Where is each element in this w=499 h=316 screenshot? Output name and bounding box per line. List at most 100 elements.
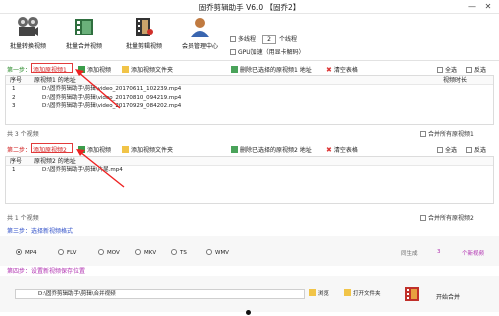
step1-label: 第一步： (7, 67, 32, 74)
add-video2-link[interactable]: 添加原视频2 (33, 145, 67, 154)
title-bar: 固乔剪辑助手 V6.0 【固乔2】 — ✕ (0, 0, 499, 14)
gpu-checkbox[interactable] (230, 49, 236, 55)
format-label: FLV (67, 250, 77, 256)
format-radio-mp4[interactable]: MP4 (16, 249, 37, 256)
col-path: 原视频2 的地址 (34, 158, 76, 165)
save-panel: D:\固乔剪辑助手\剪辑\合并视频 浏览 打开文件夹 开始合并 (0, 276, 499, 312)
add-folder-button[interactable]: 添加视频文件夹 (122, 145, 173, 154)
video1-table[interactable]: 序号 原视频1 的地址 视频时长 1 D:\固乔剪辑助手\剪辑\video_20… (5, 75, 494, 125)
thread-options: 多线程 2 个线程 GPU加速（用显卡解码） (230, 34, 305, 59)
user-icon (191, 18, 209, 37)
add-video1-link[interactable]: 添加原视频1 (33, 65, 67, 74)
delete-list-icon (231, 66, 238, 73)
col-seq: 序号 (10, 77, 23, 84)
folder-icon (122, 66, 129, 73)
step4-label: 第四步：设置新视频保存位置 (7, 268, 86, 275)
film-add-icon (78, 66, 85, 73)
clear-icon: ✖ (326, 66, 332, 74)
row-path: D:\固乔剪辑助手\剪辑\video_20170929_084202.mp4 (42, 103, 182, 109)
multithread-checkbox[interactable] (230, 36, 236, 42)
select-all-checkbox[interactable]: 全选 (437, 65, 457, 74)
format-label: MP4 (25, 250, 37, 256)
format-label: WMV (215, 250, 229, 256)
thread-count-input[interactable]: 2 (262, 35, 277, 44)
generate-suffix: 个新视频 (462, 251, 485, 257)
page-indicator (246, 310, 251, 315)
select-all-checkbox[interactable]: 全选 (437, 145, 457, 154)
format-radio-ts[interactable]: TS (171, 249, 187, 256)
batch-cut-label: 批量剪辑视频 (125, 43, 162, 50)
merge-all-video1-checkbox[interactable]: 合并所有原视频1 (420, 129, 474, 138)
generate-label: 同生成 (401, 251, 418, 257)
row-seq: 1 (12, 86, 16, 92)
step2-label: 第二步： (7, 147, 32, 154)
thread-suffix: 个线程 (279, 36, 298, 43)
clear-table-label: 清空表格 (333, 67, 358, 74)
open-folder-button[interactable]: 打开文件夹 (344, 289, 381, 299)
video2-count: 共 1 个视频 (7, 215, 39, 222)
clear-icon: ✖ (326, 146, 332, 154)
delete-selected-label: 删除已选择的原视频1 地址 (240, 67, 312, 74)
start-merge-button[interactable]: 开始合并 (404, 285, 474, 305)
video2-table[interactable]: 序号 原视频2 的地址 1 D:\固乔剪辑助手\剪辑\片尾.mp4 (5, 156, 494, 204)
format-radio-flv[interactable]: FLV (58, 249, 76, 256)
gpu-label: GPU加速（用显卡解码） (238, 49, 305, 56)
merge-all-video2-checkbox[interactable]: 合并所有原视频2 (420, 213, 474, 222)
delete-list-icon (231, 146, 238, 153)
format-panel: MP4 FLV MOV MKV TS WMV 同生成 3 个新视频 (0, 236, 499, 266)
col-seq: 序号 (10, 158, 23, 165)
select-all-label: 全选 (445, 147, 458, 154)
table-row[interactable]: 1 D:\固乔剪辑助手\剪辑\片尾.mp4 (6, 166, 493, 175)
clear-table-button[interactable]: ✖ 清空表格 (326, 145, 358, 154)
window-title: 固乔剪辑助手 V6.0 【固乔2】 (198, 3, 301, 12)
add-video-button[interactable]: 添加视频 (78, 145, 111, 154)
clear-table-button[interactable]: ✖ 清空表格 (326, 65, 358, 74)
open-folder-label: 打开文件夹 (353, 291, 381, 297)
select-all-label: 全选 (445, 67, 458, 74)
main-toolbar: 批量转换视频 批量合并视频 批量剪辑视频 会员管理中心 多线程 2 个线程 GPU加… (0, 14, 499, 60)
start-merge-label: 开始合并 (436, 294, 461, 301)
table-row[interactable]: 3 D:\固乔剪辑助手\剪辑\video_20170929_084202.mp4 (6, 102, 493, 111)
generate-count: 3 (437, 249, 441, 255)
multithread-label: 多线程 (238, 36, 257, 43)
video1-count: 共 3 个视频 (7, 131, 39, 138)
add-video-button[interactable]: 添加视频 (78, 65, 111, 74)
delete-selected-label: 删除已选择的原视频2 地址 (240, 147, 312, 154)
row-seq: 2 (12, 94, 16, 101)
invert-label: 反选 (474, 67, 487, 74)
add-folder-button[interactable]: 添加视频文件夹 (122, 65, 173, 74)
row-seq: 1 (12, 167, 16, 173)
col-duration: 视频时长 (443, 77, 468, 84)
save-path-input[interactable]: D:\固乔剪辑助手\剪辑\合并视频 (15, 289, 305, 299)
invert-checkbox[interactable]: 反选 (466, 145, 486, 154)
batch-convert-label: 批量转换视频 (9, 43, 46, 50)
format-radio-mkv[interactable]: MKV (135, 249, 156, 256)
delete-selected-button[interactable]: 删除已选择的原视频2 地址 (231, 145, 312, 154)
format-label: TS (180, 250, 187, 256)
delete-selected-button[interactable]: 删除已选择的原视频1 地址 (231, 65, 312, 74)
member-center-button[interactable]: 会员管理中心 (178, 14, 222, 50)
add-folder-label: 添加视频文件夹 (131, 67, 174, 74)
table-row[interactable]: 1 D:\固乔剪辑助手\剪辑\video_20170611_102239.mp4 (6, 85, 493, 94)
format-radio-mov[interactable]: MOV (98, 249, 120, 256)
film-add-icon (78, 146, 85, 153)
batch-convert-button[interactable]: 批量转换视频 (6, 14, 50, 50)
invert-checkbox[interactable]: 反选 (466, 65, 486, 74)
divider (0, 60, 499, 61)
batch-cut-button[interactable]: 批量剪辑视频 (121, 14, 167, 50)
browse-button[interactable]: 浏览 (309, 289, 329, 299)
film-start-icon (405, 287, 419, 301)
format-radio-wmv[interactable]: WMV (206, 249, 229, 256)
invert-label: 反选 (474, 147, 487, 154)
step2-toolbar: 第二步： 添加原视频2 添加视频 添加视频文件夹 删除已选择的原视频2 地址 ✖… (0, 143, 499, 154)
step3-label: 第三步：选择新视频格式 (7, 228, 74, 235)
table-row[interactable]: 2 D:\固乔剪辑助手\剪辑\video_20170810_094219.mp4 (6, 94, 493, 103)
step1-toolbar: 第一步： 添加原视频1 添加视频 添加视频文件夹 删除已选择的原视频1 地址 ✖… (0, 63, 499, 74)
add-video-label: 添加视频 (87, 67, 112, 74)
batch-merge-button[interactable]: 批量合并视频 (62, 14, 106, 50)
minimize-button[interactable]: — (466, 1, 478, 12)
format-label: MOV (107, 250, 120, 256)
format-label: MKV (144, 250, 157, 256)
film-cut-icon (136, 18, 153, 36)
close-button[interactable]: ✕ (482, 1, 494, 12)
